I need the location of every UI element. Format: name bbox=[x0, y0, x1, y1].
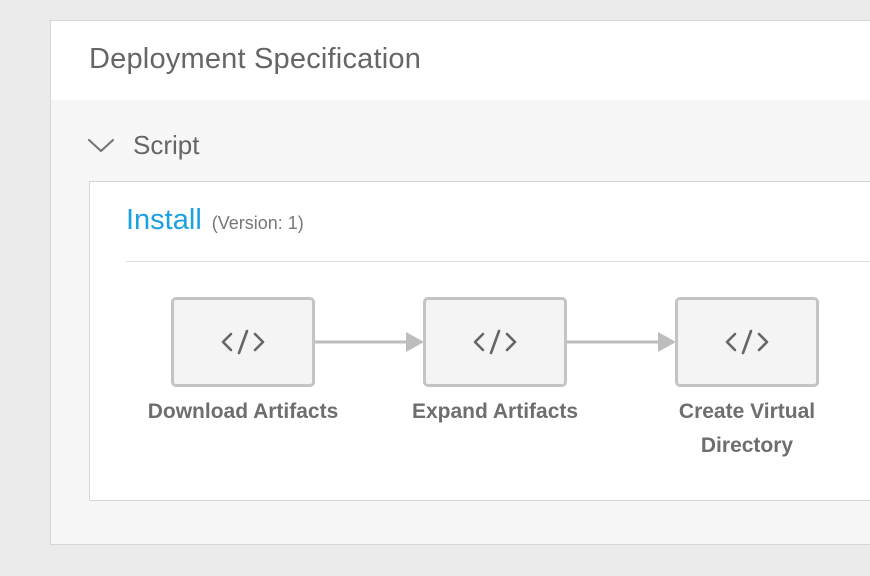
chevron-down-icon bbox=[87, 138, 115, 153]
code-icon bbox=[473, 329, 517, 355]
step-download-artifacts[interactable] bbox=[171, 297, 315, 387]
code-icon bbox=[221, 329, 265, 355]
step-create-virtual-directory[interactable] bbox=[675, 297, 819, 387]
step-label: Expand Artifacts bbox=[411, 400, 579, 423]
code-icon bbox=[725, 329, 769, 355]
section-label: Script bbox=[133, 129, 200, 160]
deployment-specification-panel: Deployment Specification Script Install … bbox=[50, 20, 870, 545]
panel-title: Deployment Specification bbox=[89, 43, 422, 75]
script-section-toggle[interactable]: Script bbox=[87, 125, 199, 165]
panel-header: Deployment Specification bbox=[51, 21, 870, 100]
step-label: Create Virtual Directory bbox=[678, 400, 816, 457]
step-expand-artifacts[interactable] bbox=[423, 297, 567, 387]
install-workflow-card: Install (Version: 1) Download Artifacts bbox=[89, 181, 870, 501]
step-label: Download Artifacts bbox=[147, 400, 339, 423]
workflow-steps: Download Artifacts Expand Artifacts Crea… bbox=[90, 182, 870, 500]
